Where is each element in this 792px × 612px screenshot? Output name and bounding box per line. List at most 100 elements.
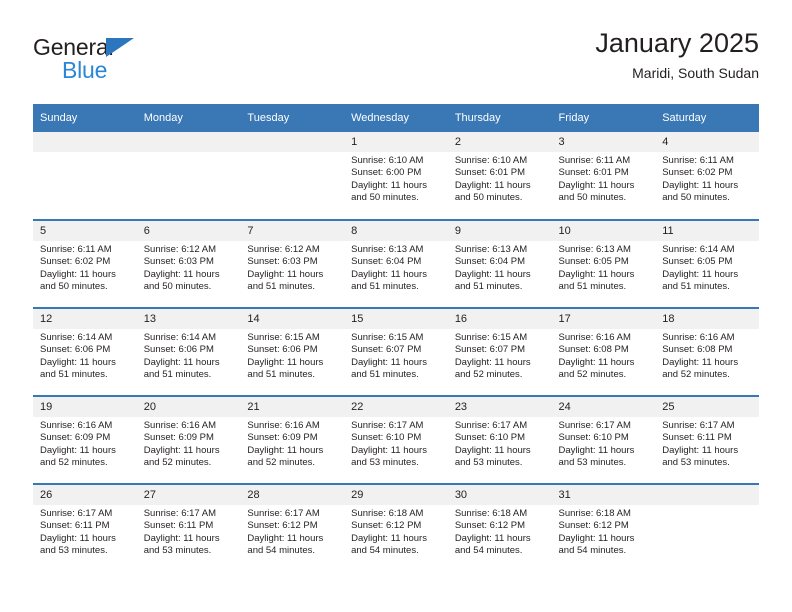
calendar-day-cell[interactable]: 6 Sunrise: 6:12 AM Sunset: 6:03 PM Daylight… [136, 219, 241, 308]
sunset-text: Sunset: 6:05 PM [558, 256, 629, 268]
logo-text-blue: Blue [62, 57, 108, 83]
calendar-day-cell[interactable]: 28 Sunrise: 6:17 AM Sunset: 6:12 PM Dayligh… [240, 483, 345, 572]
day-number: 21 [240, 397, 345, 417]
sunrise-text: Sunrise: 6:15 AM [247, 332, 320, 343]
sunrise-text: Sunrise: 6:10 AM [351, 155, 424, 166]
daylight-text: Daylight: 11 hours and 52 minutes. [143, 444, 220, 469]
title-block: January 2025 Maridi, South Sudan [595, 26, 759, 83]
calendar-day-cell[interactable]: 20 Sunrise: 6:16 AM Sunset: 6:09 PM Dayligh… [136, 395, 241, 484]
day-number: 20 [136, 397, 241, 417]
sunrise-text: Sunrise: 6:16 AM [40, 420, 113, 431]
calendar-day-cell[interactable]: 27 Sunrise: 6:17 AM Sunset: 6:11 PM Dayligh… [136, 483, 241, 572]
sunset-text: Sunset: 6:06 PM [40, 344, 111, 356]
sunset-text: Sunset: 6:02 PM [40, 256, 111, 268]
day-sun-info: Sunrise: 6:11 AM Sunset: 6:02 PM Daylight:… [33, 241, 137, 294]
daylight-text: Daylight: 11 hours and 53 minutes. [143, 532, 220, 557]
day-number: 13 [136, 309, 241, 329]
calendar-day-cell[interactable]: 9 Sunrise: 6:13 AM Sunset: 6:04 PM Daylight… [447, 219, 552, 308]
day-sun-info: Sunrise: 6:14 AM Sunset: 6:06 PM Daylight:… [137, 329, 241, 382]
day-number: 29 [344, 485, 448, 505]
sunrise-text: Sunrise: 6:15 AM [351, 332, 424, 343]
sunset-text: Sunset: 6:03 PM [143, 256, 214, 268]
calendar-day-cell[interactable]: 7 Sunrise: 6:12 AM Sunset: 6:03 PM Daylight… [240, 219, 345, 308]
day-number: 16 [447, 309, 552, 329]
calendar-week-row: 12 Sunrise: 6:14 AM Sunset: 6:06 PM Dayligh… [33, 307, 759, 396]
calendar-day-cell[interactable]: 5 Sunrise: 6:11 AM Sunset: 6:02 PM Daylight… [33, 219, 137, 308]
calendar-day-cell[interactable]: 10 Sunrise: 6:13 AM Sunset: 6:05 PM Dayligh… [551, 219, 656, 308]
day-number: 26 [33, 485, 137, 505]
calendar-day-cell[interactable]: 8 Sunrise: 6:13 AM Sunset: 6:04 PM Daylight… [344, 219, 448, 308]
sunset-text: Sunset: 6:09 PM [247, 432, 318, 444]
daylight-text: Daylight: 11 hours and 53 minutes. [662, 444, 739, 469]
sunset-text: Sunset: 6:00 PM [351, 167, 422, 179]
calendar-day-cell[interactable]: 17 Sunrise: 6:16 AM Sunset: 6:08 PM Dayligh… [551, 307, 656, 396]
calendar-day-cell[interactable]: 15 Sunrise: 6:15 AM Sunset: 6:07 PM Dayligh… [344, 307, 448, 396]
generalblue-logo[interactable]: General Blue [33, 34, 243, 90]
day-number: 3 [551, 132, 656, 152]
calendar-day-cell[interactable]: 31 Sunrise: 6:18 AM Sunset: 6:12 PM Dayligh… [551, 483, 656, 572]
calendar-day-cell[interactable]: 21 Sunrise: 6:16 AM Sunset: 6:09 PM Dayligh… [240, 395, 345, 484]
calendar-day-cell[interactable]: 13 Sunrise: 6:14 AM Sunset: 6:06 PM Dayligh… [136, 307, 241, 396]
page-title: January 2025 [595, 28, 759, 58]
calendar-day-cell[interactable]: 1 Sunrise: 6:10 AM Sunset: 6:00 PM Daylight… [344, 132, 448, 220]
calendar-day-cell[interactable]: 25 Sunrise: 6:17 AM Sunset: 6:11 PM Dayligh… [655, 395, 759, 484]
sunrise-text: Sunrise: 6:16 AM [247, 420, 320, 431]
calendar-day-cell[interactable]: 26 Sunrise: 6:17 AM Sunset: 6:11 PM Dayligh… [33, 483, 137, 572]
weekday-header-wednesday: Wednesday [344, 104, 448, 132]
daylight-text: Daylight: 11 hours and 53 minutes. [351, 444, 427, 469]
sunrise-text: Sunrise: 6:12 AM [247, 244, 320, 255]
calendar-day-cell[interactable]: 22 Sunrise: 6:17 AM Sunset: 6:10 PM Dayligh… [344, 395, 448, 484]
sunset-text: Sunset: 6:10 PM [351, 432, 422, 444]
sunset-text: Sunset: 6:04 PM [351, 256, 422, 268]
sunrise-text: Sunrise: 6:16 AM [143, 420, 217, 431]
day-number: 7 [240, 221, 345, 241]
daylight-text: Daylight: 11 hours and 50 minutes. [143, 268, 220, 293]
calendar-day-cell[interactable]: 29 Sunrise: 6:18 AM Sunset: 6:12 PM Dayligh… [344, 483, 448, 572]
day-sun-info: Sunrise: 6:12 AM Sunset: 6:03 PM Daylight:… [137, 241, 241, 294]
day-sun-info: Sunrise: 6:15 AM Sunset: 6:07 PM Daylight:… [448, 329, 552, 382]
day-sun-info: Sunrise: 6:16 AM Sunset: 6:08 PM Daylight:… [552, 329, 656, 382]
sunset-text: Sunset: 6:09 PM [40, 432, 111, 444]
calendar-day-cell[interactable]: 24 Sunrise: 6:17 AM Sunset: 6:10 PM Dayligh… [551, 395, 656, 484]
sunrise-text: Sunrise: 6:14 AM [662, 244, 735, 255]
sunset-text: Sunset: 6:12 PM [558, 520, 629, 532]
sunset-text: Sunset: 6:11 PM [40, 520, 110, 532]
daylight-text: Daylight: 11 hours and 51 minutes. [351, 268, 427, 293]
calendar-day-cell[interactable]: 3 Sunrise: 6:11 AM Sunset: 6:01 PM Daylight… [551, 132, 656, 220]
calendar-day-cell[interactable]: 2 Sunrise: 6:10 AM Sunset: 6:01 PM Daylight… [447, 132, 552, 220]
day-number: 1 [344, 132, 448, 152]
sunset-text: Sunset: 6:11 PM [662, 432, 732, 444]
sunrise-text: Sunrise: 6:14 AM [40, 332, 113, 343]
day-sun-info: Sunrise: 6:13 AM Sunset: 6:04 PM Daylight:… [448, 241, 552, 294]
day-sun-info: Sunrise: 6:13 AM Sunset: 6:05 PM Daylight:… [552, 241, 656, 294]
day-number: 14 [240, 309, 345, 329]
weekday-header-sunday: Sunday [33, 104, 137, 132]
sunrise-text: Sunrise: 6:14 AM [143, 332, 217, 343]
daylight-text: Daylight: 11 hours and 50 minutes. [454, 179, 531, 204]
sunset-text: Sunset: 6:12 PM [247, 520, 318, 532]
sunrise-text: Sunrise: 6:13 AM [351, 244, 424, 255]
sunrise-text: Sunrise: 6:11 AM [40, 244, 112, 255]
day-sun-info: Sunrise: 6:12 AM Sunset: 6:03 PM Daylight:… [240, 241, 344, 294]
calendar-day-cell[interactable]: 19 Sunrise: 6:16 AM Sunset: 6:09 PM Dayligh… [33, 395, 137, 484]
calendar-day-cell[interactable]: 11 Sunrise: 6:14 AM Sunset: 6:05 PM Dayligh… [655, 219, 759, 308]
calendar-day-cell[interactable]: 16 Sunrise: 6:15 AM Sunset: 6:07 PM Dayligh… [447, 307, 552, 396]
calendar-day-cell[interactable]: 12 Sunrise: 6:14 AM Sunset: 6:06 PM Dayligh… [33, 307, 137, 396]
day-sun-info: Sunrise: 6:14 AM Sunset: 6:05 PM Daylight:… [655, 241, 759, 294]
calendar-day-cell[interactable]: 18 Sunrise: 6:16 AM Sunset: 6:08 PM Dayligh… [655, 307, 759, 396]
day-number: 22 [344, 397, 448, 417]
daylight-text: Daylight: 11 hours and 52 minutes. [40, 444, 116, 469]
day-sun-info: Sunrise: 6:18 AM Sunset: 6:12 PM Daylight:… [344, 505, 448, 558]
calendar-body: 1 Sunrise: 6:10 AM Sunset: 6:00 PM Daylight… [33, 132, 759, 572]
day-number: 5 [33, 221, 137, 241]
sunset-text: Sunset: 6:06 PM [247, 344, 318, 356]
sunrise-text: Sunrise: 6:11 AM [558, 155, 631, 166]
calendar-day-cell[interactable]: 4 Sunrise: 6:11 AM Sunset: 6:02 PM Daylight… [655, 132, 759, 220]
calendar-week-row: 1 Sunrise: 6:10 AM Sunset: 6:00 PM Daylight… [33, 132, 759, 220]
day-sun-info: Sunrise: 6:16 AM Sunset: 6:09 PM Daylight:… [33, 417, 137, 470]
calendar-day-cell[interactable]: 14 Sunrise: 6:15 AM Sunset: 6:06 PM Dayligh… [240, 307, 345, 396]
weekday-header-tuesday: Tuesday [240, 104, 345, 132]
daylight-text: Daylight: 11 hours and 54 minutes. [351, 532, 427, 557]
calendar-day-cell[interactable]: 30 Sunrise: 6:18 AM Sunset: 6:12 PM Dayligh… [447, 483, 552, 572]
calendar-day-cell[interactable]: 23 Sunrise: 6:17 AM Sunset: 6:10 PM Dayligh… [447, 395, 552, 484]
